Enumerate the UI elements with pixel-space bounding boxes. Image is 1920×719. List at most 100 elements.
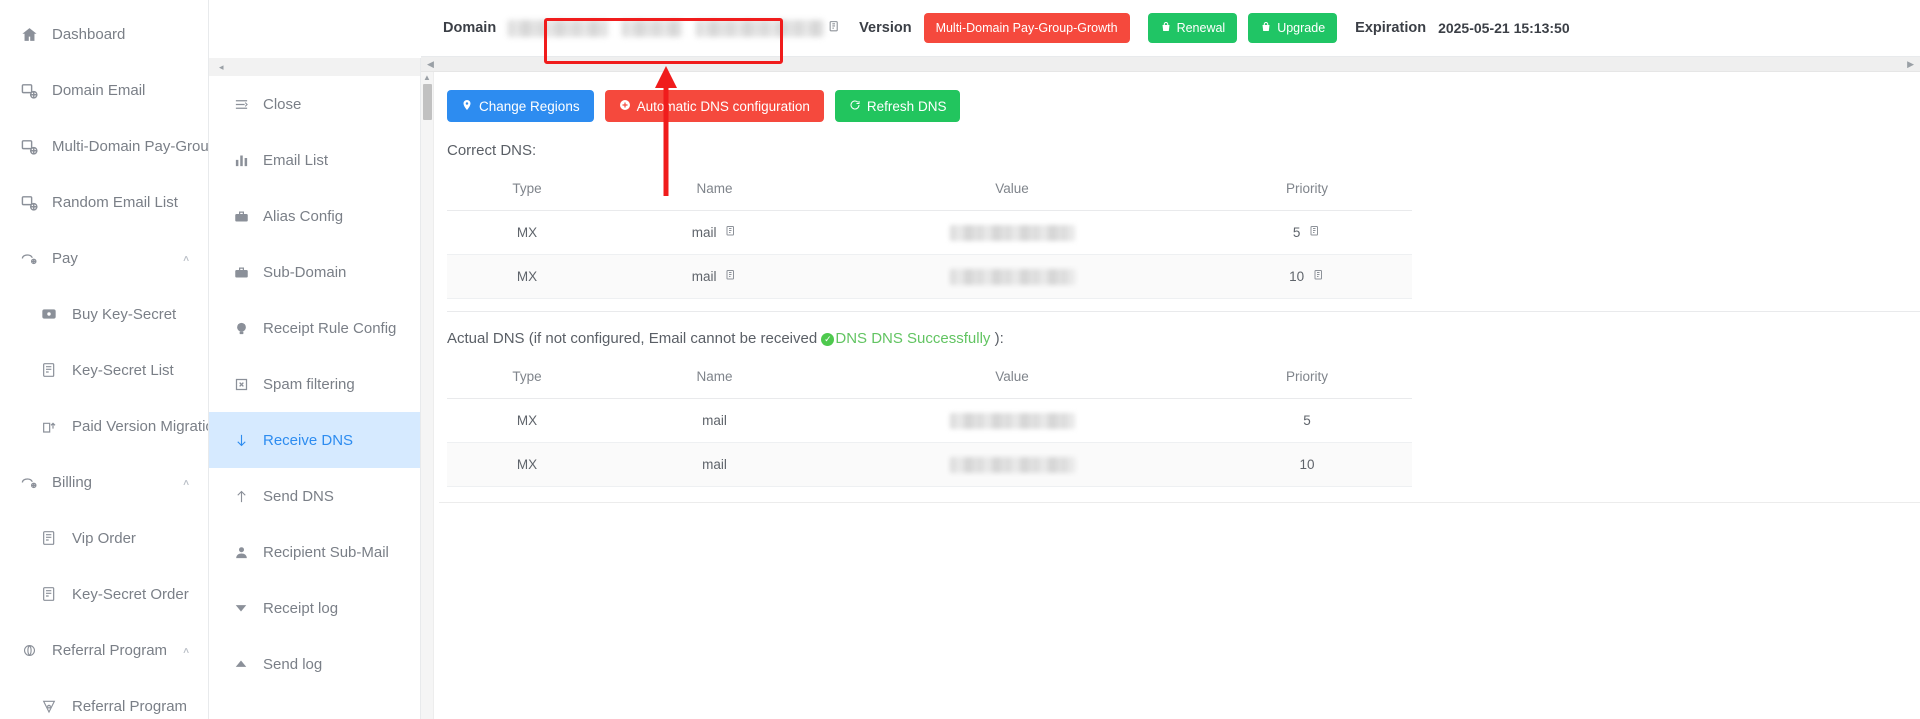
secondary-sidebar: ◂ Close Email List Alias Config Sub-Doma [209, 58, 421, 719]
submenu-item-send-dns[interactable]: Send DNS [209, 468, 420, 524]
scroll-up-icon[interactable]: ▲ [421, 72, 433, 84]
refresh-dns-button[interactable]: Refresh DNS [834, 90, 961, 122]
main-content: Domain Version Multi-Domain Pay-Group-Gr… [421, 0, 1920, 719]
sidebar-item-label: Referral Program [72, 697, 188, 715]
sidebar-item-paid-version-migration[interactable]: Paid Version Migration [0, 398, 208, 454]
column-header-type: Type [447, 175, 607, 211]
domain-email-icon [18, 135, 40, 157]
sidebar-item-label: Key-Secret List [72, 361, 174, 379]
change-regions-button[interactable]: Change Regions [447, 90, 594, 122]
sidebar-item-referral-program[interactable]: Referral Program [0, 678, 208, 719]
pay-icon [18, 471, 40, 493]
scrollbar-thumb[interactable] [422, 84, 432, 120]
sidebar-group-referral-program[interactable]: Referral Program ∧ [0, 622, 208, 678]
actual-dns-title: Actual DNS (if not configured, Email can… [447, 330, 1920, 347]
sidebar-item-random-email-list[interactable]: Random Email List [0, 174, 208, 230]
briefcase-icon [231, 206, 251, 226]
scroll-left-icon[interactable]: ◀ [427, 59, 434, 70]
chevron-up-icon: ∧ [181, 253, 190, 263]
domain-label: Domain [443, 20, 497, 36]
domain-value-redacted [508, 19, 609, 37]
column-header-priority: Priority [1202, 175, 1412, 211]
sidebar-item-dashboard[interactable]: Dashboard [0, 6, 208, 62]
cell-name: mail [607, 210, 822, 255]
submenu-item-email-list[interactable]: Email List [209, 132, 420, 188]
cell-name: mail [607, 254, 822, 299]
chevron-up-icon: ∧ [181, 645, 190, 655]
triangle-down-icon [231, 598, 251, 618]
submenu-item-receipt-rule-config[interactable]: Receipt Rule Config [209, 300, 420, 356]
domain-header-bar: Domain Version Multi-Domain Pay-Group-Gr… [421, 0, 1920, 57]
column-header-value: Value [822, 363, 1202, 399]
copy-icon[interactable] [725, 270, 737, 284]
sidebar-item-label: Pay [52, 249, 78, 267]
correct-dns-title: Correct DNS: [447, 142, 537, 159]
sidebar-item-key-secret-list[interactable]: Key-Secret List [0, 342, 208, 398]
sidebar-group-pay[interactable]: Pay ∧ [0, 230, 208, 286]
sidebar-item-key-secret-order[interactable]: Key-Secret Order [0, 566, 208, 622]
column-header-value: Value [822, 175, 1202, 211]
renewal-button-label: Renewal [1176, 21, 1226, 35]
cell-type: MX [447, 210, 607, 255]
cell-type: MX [447, 254, 607, 299]
submenu-item-close[interactable]: Close [209, 76, 420, 132]
value-redacted [949, 268, 1075, 285]
sidebar-group-billing[interactable]: Billing ∧ [0, 454, 208, 510]
submenu-item-spam-filtering[interactable]: Spam filtering [209, 356, 420, 412]
copy-icon[interactable] [725, 226, 737, 240]
pay-icon [18, 247, 40, 269]
actual-dns-title-part2: ): [990, 330, 1004, 347]
scroll-right-icon[interactable]: ▶ [1907, 59, 1914, 70]
submenu-item-receipt-log[interactable]: Receipt log [209, 580, 420, 636]
correct-dns-table: Type Name Value Priority MX mail 5 MX ma… [447, 175, 1412, 299]
automatic-dns-configuration-button[interactable]: Automatic DNS configuration [604, 90, 824, 122]
app-root: Dashboard Domain Email Multi-Domain Pay-… [0, 0, 1920, 719]
domain-value-redacted-2 [622, 19, 683, 37]
sidebar-item-vip-order[interactable]: Vip Order [0, 510, 208, 566]
sidebar-item-multi-domain-pay-group[interactable]: Multi-Domain Pay-Group [0, 118, 208, 174]
renewal-button[interactable]: Renewal [1147, 13, 1238, 43]
copy-icon[interactable] [1313, 270, 1325, 284]
user-icon [231, 542, 251, 562]
value-redacted [949, 412, 1075, 429]
cell-value [822, 254, 1202, 299]
submenu-item-label: Send DNS [263, 487, 334, 505]
list-doc-icon [38, 527, 60, 549]
expiration-label: Expiration [1355, 20, 1427, 36]
sidebar-item-buy-key-secret[interactable]: Buy Key-Secret [0, 286, 208, 342]
sidebar-item-label: Referral Program [52, 641, 168, 659]
value-redacted [949, 224, 1075, 241]
value-redacted [949, 456, 1075, 473]
copy-icon[interactable] [828, 20, 841, 36]
check-circle-icon: ✓ [821, 332, 835, 346]
home-icon [18, 23, 40, 45]
sidebar-item-domain-email[interactable]: Domain Email [0, 62, 208, 118]
submenu-item-label: Receive DNS [263, 431, 354, 449]
actual-dns-table: Type Name Value Priority MX mail 5 MX ma… [447, 363, 1412, 487]
sidebar-item-label: Domain Email [52, 81, 146, 99]
copy-icon[interactable] [1309, 226, 1321, 240]
submenu-collapse-button[interactable]: ◂ [209, 58, 420, 76]
upgrade-button-label: Upgrade [1277, 21, 1326, 35]
submenu-item-sub-domain[interactable]: Sub-Domain [209, 244, 420, 300]
vertical-scrollbar[interactable]: ▲ [421, 72, 434, 719]
referral-icon [18, 639, 40, 661]
upgrade-button[interactable]: Upgrade [1248, 13, 1338, 43]
table-row: MX mail 5 [447, 398, 1412, 443]
briefcase-icon [231, 262, 251, 282]
dns-status-text: DNS DNS Successfully [835, 330, 991, 347]
cell-name: mail [607, 442, 822, 487]
cell-priority: 10 [1202, 442, 1412, 487]
plus-circle-icon [619, 99, 631, 114]
submenu-item-alias-config[interactable]: Alias Config [209, 188, 420, 244]
table-row: MX mail 10 [447, 442, 1412, 487]
horizontal-scrollbar[interactable]: ◀ ▶ [421, 57, 1920, 72]
submenu-item-label: Spam filtering [263, 375, 355, 393]
submenu-item-send-log[interactable]: Send log [209, 636, 420, 692]
location-pin-icon [461, 99, 473, 114]
domain-value-redacted-3 [696, 19, 825, 37]
sidebar-item-label: Billing [52, 473, 93, 491]
submenu-item-receive-dns[interactable]: Receive DNS [209, 412, 420, 468]
submenu-item-recipient-sub-mail[interactable]: Recipient Sub-Mail [209, 524, 420, 580]
bottom-divider [439, 502, 1920, 503]
